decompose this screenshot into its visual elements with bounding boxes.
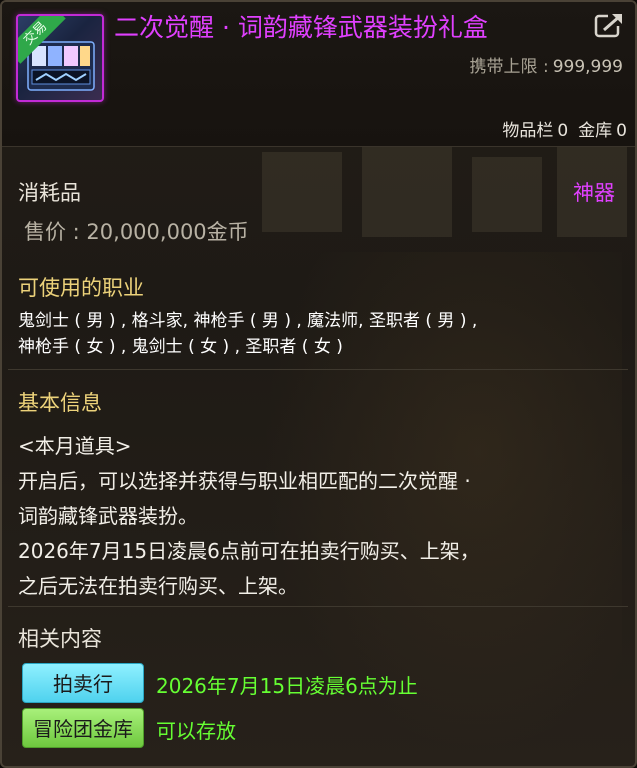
share-export-icon[interactable]: [594, 10, 626, 38]
item-tooltip: 交易 二次觉醒 · 词韵藏锋武器装扮礼盒 携带上限 :999,999 物品栏 0 金…: [0, 0, 637, 768]
bank-storable-status: 可以存放: [156, 719, 236, 743]
basic-info-line: 2026年7月15日凌晨6点前可在拍卖行购买、上架，: [18, 539, 480, 563]
jobs-line: 神枪手 ( 女 ) , 鬼剑士 ( 女 ) , 圣职者 ( 女 ): [18, 337, 343, 357]
item-type: 消耗品: [18, 181, 81, 205]
adventure-bank-button[interactable]: 冒险团金库: [22, 708, 144, 748]
carry-limit-value: 999,999: [552, 57, 623, 77]
item-grade: 神器: [573, 181, 615, 205]
basic-info-line: <本月道具>: [18, 434, 132, 458]
inventory-count: 0: [557, 121, 569, 141]
usable-jobs-title: 可使用的职业: [18, 276, 144, 300]
divider: [8, 369, 628, 370]
basic-info-line: 词韵藏锋武器装扮。: [18, 504, 198, 528]
carry-limit-label: 携带上限 :: [469, 57, 549, 77]
auction-house-button[interactable]: 拍卖行: [22, 663, 144, 703]
basic-info-line: 之后无法在拍卖行购买、上架。: [18, 574, 298, 598]
tooltip-header: 交易 二次觉醒 · 词韵藏锋武器装扮礼盒 携带上限 :999,999 物品栏 0 金…: [2, 2, 635, 147]
basic-info-line: 开启后，可以选择并获得与职业相匹配的二次觉醒 ·: [18, 469, 471, 493]
carry-limit: 携带上限 :999,999: [470, 52, 623, 77]
basic-info-title: 基本信息: [18, 391, 102, 415]
usable-jobs-list: 鬼剑士 ( 男 ) , 格斗家, 神枪手 ( 男 ) , 魔法师, 圣职者 ( …: [18, 308, 477, 360]
item-title: 二次觉醒 · 词韵藏锋武器装扮礼盒: [114, 13, 488, 42]
basic-info-text: <本月道具> 开启后，可以选择并获得与职业相匹配的二次觉醒 · 词韵藏锋武器装扮…: [18, 429, 480, 604]
jobs-line: 鬼剑士 ( 男 ) , 格斗家, 神枪手 ( 男 ) , 魔法师, 圣职者 ( …: [18, 311, 478, 331]
sell-price: 售价 : 20,000,000金币: [24, 220, 249, 244]
item-icon[interactable]: 交易: [16, 14, 104, 102]
related-content-title: 相关内容: [18, 627, 102, 651]
auction-deadline: 2026年7月15日凌晨6点为止: [156, 674, 418, 698]
storage-counts: 物品栏 0 金库 0: [498, 116, 627, 141]
divider: [8, 606, 628, 607]
bank-label: 金库: [578, 121, 613, 141]
bank-count: 0: [616, 121, 627, 141]
inventory-label: 物品栏: [502, 121, 554, 141]
